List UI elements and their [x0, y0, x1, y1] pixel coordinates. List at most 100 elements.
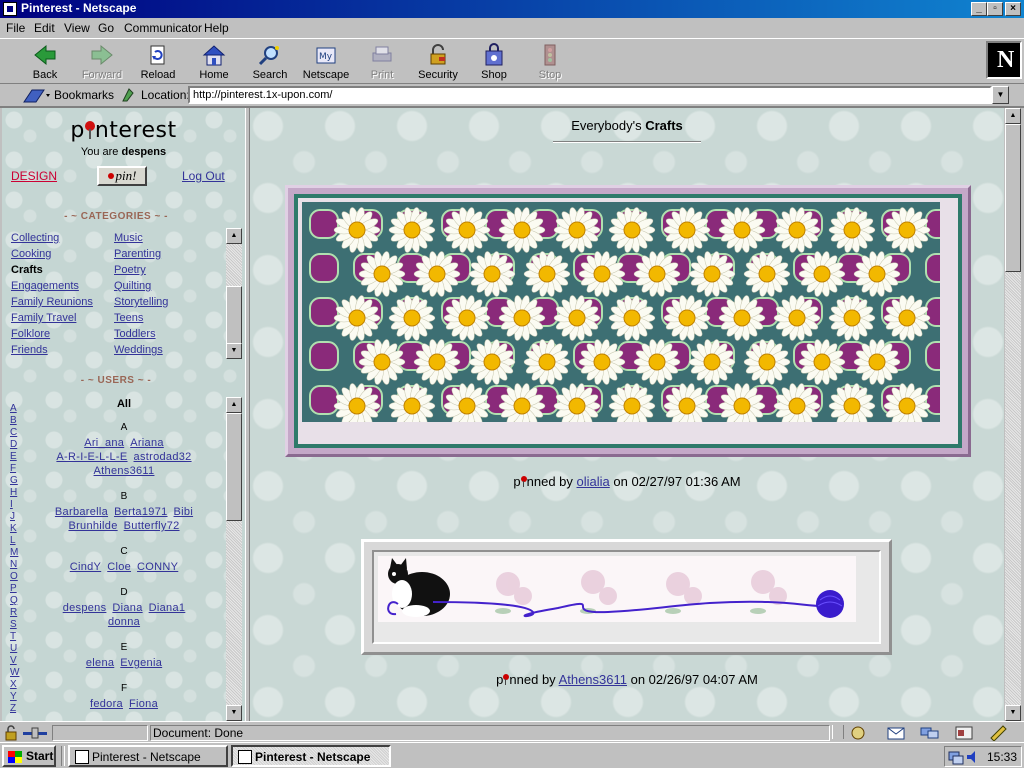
- user-link[interactable]: despens: [63, 602, 107, 614]
- netscape-button[interactable]: My Netscape: [298, 41, 354, 83]
- category-folklore[interactable]: Folklore: [11, 328, 50, 340]
- home-button[interactable]: Home: [186, 41, 242, 83]
- pin-image-cat-yarn[interactable]: [361, 539, 892, 655]
- category-parenting[interactable]: Parenting: [114, 248, 161, 260]
- category-toddlers[interactable]: Toddlers: [114, 328, 156, 340]
- scroll-thumb[interactable]: [226, 286, 242, 344]
- minimize-button[interactable]: _: [971, 2, 987, 16]
- scroll-up-button[interactable]: ▲: [226, 228, 242, 244]
- speaker-icon[interactable]: [965, 749, 981, 765]
- user-letter-v[interactable]: V: [10, 655, 22, 667]
- user-letter-f[interactable]: F: [10, 463, 22, 475]
- user-link[interactable]: donna: [108, 616, 140, 628]
- bookmarks-label[interactable]: Bookmarks: [54, 88, 114, 102]
- logout-link[interactable]: Log Out: [182, 169, 225, 183]
- reload-button[interactable]: Reload: [130, 41, 186, 83]
- user-link[interactable]: Evgenia: [120, 657, 162, 669]
- scroll-thumb[interactable]: [1005, 124, 1021, 272]
- category-family-travel[interactable]: Family Travel: [11, 312, 76, 324]
- scroll-down-button[interactable]: ▼: [226, 343, 242, 359]
- user-link[interactable]: Barbarella: [55, 506, 108, 518]
- user-link[interactable]: Berta1971: [114, 506, 167, 518]
- user-link[interactable]: Cloe: [107, 561, 131, 573]
- menu-edit[interactable]: Edit: [34, 21, 55, 35]
- menu-communicator[interactable]: Communicator: [124, 21, 202, 35]
- main-scrollbar[interactable]: ▲ ▼: [1005, 108, 1021, 721]
- user-letter-t[interactable]: T: [10, 631, 22, 643]
- user-letter-g[interactable]: G: [10, 475, 22, 487]
- design-link[interactable]: DESIGN: [11, 169, 57, 183]
- user-letter-z[interactable]: Z: [10, 703, 22, 715]
- menu-file[interactable]: File: [6, 21, 25, 35]
- user-letter-j[interactable]: J: [10, 511, 22, 523]
- users-scrollbar[interactable]: ▲ ▼: [226, 397, 242, 721]
- user-link[interactable]: Bibi: [174, 506, 194, 518]
- scroll-up-button[interactable]: ▲: [1005, 108, 1021, 124]
- security-padlock-icon[interactable]: [3, 725, 19, 741]
- user-link[interactable]: Diana: [112, 602, 142, 614]
- category-family-reunions[interactable]: Family Reunions: [11, 296, 93, 308]
- user-link[interactable]: Ariana: [130, 437, 164, 449]
- user-letter-p[interactable]: P: [10, 583, 22, 595]
- user-link[interactable]: fedora: [90, 698, 123, 710]
- category-collecting[interactable]: Collecting: [11, 232, 59, 244]
- network-icon[interactable]: [948, 749, 964, 765]
- scroll-thumb[interactable]: [226, 413, 242, 521]
- user-letter-n[interactable]: N: [10, 559, 22, 571]
- netscape-app-icon[interactable]: [3, 2, 17, 16]
- user-link[interactable]: CONNY: [137, 561, 178, 573]
- user-letter-x[interactable]: X: [10, 679, 22, 691]
- user-letter-a[interactable]: A: [10, 403, 22, 415]
- stop-button[interactable]: Stop: [522, 41, 578, 83]
- url-dropdown-button[interactable]: ▼: [992, 86, 1009, 104]
- mail-icon[interactable]: [886, 725, 906, 741]
- scroll-up-button[interactable]: ▲: [226, 397, 242, 413]
- category-weddings[interactable]: Weddings: [114, 344, 163, 356]
- user-letter-d[interactable]: D: [10, 439, 22, 451]
- user-link[interactable]: A-R-I-E-L-L-E: [56, 451, 127, 463]
- user-letter-q[interactable]: Q: [10, 595, 22, 607]
- user-letter-y[interactable]: Y: [10, 691, 22, 703]
- forward-button[interactable]: Forward: [74, 41, 130, 83]
- close-button[interactable]: ×: [1005, 2, 1021, 16]
- grip-handle[interactable]: [832, 725, 844, 739]
- category-cooking[interactable]: Cooking: [11, 248, 51, 260]
- scroll-down-button[interactable]: ▼: [226, 705, 242, 721]
- user-link[interactable]: astrodad32: [134, 451, 192, 463]
- location-icon[interactable]: [121, 87, 137, 103]
- user-letter-w[interactable]: W: [10, 667, 22, 679]
- user-letter-o[interactable]: O: [10, 571, 22, 583]
- start-button[interactable]: Start: [2, 745, 56, 767]
- user-letter-e[interactable]: E: [10, 451, 22, 463]
- menu-go[interactable]: Go: [98, 21, 114, 35]
- user-link[interactable]: elena: [86, 657, 114, 669]
- user-link[interactable]: CindY: [70, 561, 101, 573]
- title-bar[interactable]: Pinterest - Netscape _ ▫ ×: [0, 0, 1024, 18]
- menu-view[interactable]: View: [64, 21, 90, 35]
- user-letter-s[interactable]: S: [10, 619, 22, 631]
- user-link[interactable]: Ari_ana: [84, 437, 124, 449]
- pin-author-link[interactable]: Athens3611: [559, 672, 627, 687]
- menu-help[interactable]: Help: [204, 21, 229, 35]
- scroll-down-button[interactable]: ▼: [1005, 705, 1021, 721]
- discussions-icon[interactable]: [920, 725, 940, 741]
- bookmarks-icon[interactable]: [22, 86, 50, 104]
- security-button[interactable]: Security: [410, 41, 466, 83]
- user-letter-u[interactable]: U: [10, 643, 22, 655]
- url-input[interactable]: [188, 86, 992, 104]
- user-link[interactable]: Fiona: [129, 698, 158, 710]
- search-button[interactable]: Search: [242, 41, 298, 83]
- print-button[interactable]: Print: [354, 41, 410, 83]
- category-engagements[interactable]: Engagements: [11, 280, 79, 292]
- user-link[interactable]: Butterfly72: [124, 520, 180, 532]
- user-letter-k[interactable]: K: [10, 523, 22, 535]
- back-button[interactable]: Back: [17, 41, 73, 83]
- maximize-button[interactable]: ▫: [987, 2, 1003, 16]
- address-book-icon[interactable]: [954, 725, 974, 741]
- category-friends[interactable]: Friends: [11, 344, 48, 356]
- shop-button[interactable]: Shop: [466, 41, 522, 83]
- user-letter-i[interactable]: I: [10, 499, 22, 511]
- category-teens[interactable]: Teens: [114, 312, 143, 324]
- netscape-logo[interactable]: N: [986, 41, 1022, 79]
- category-poetry[interactable]: Poetry: [114, 264, 146, 276]
